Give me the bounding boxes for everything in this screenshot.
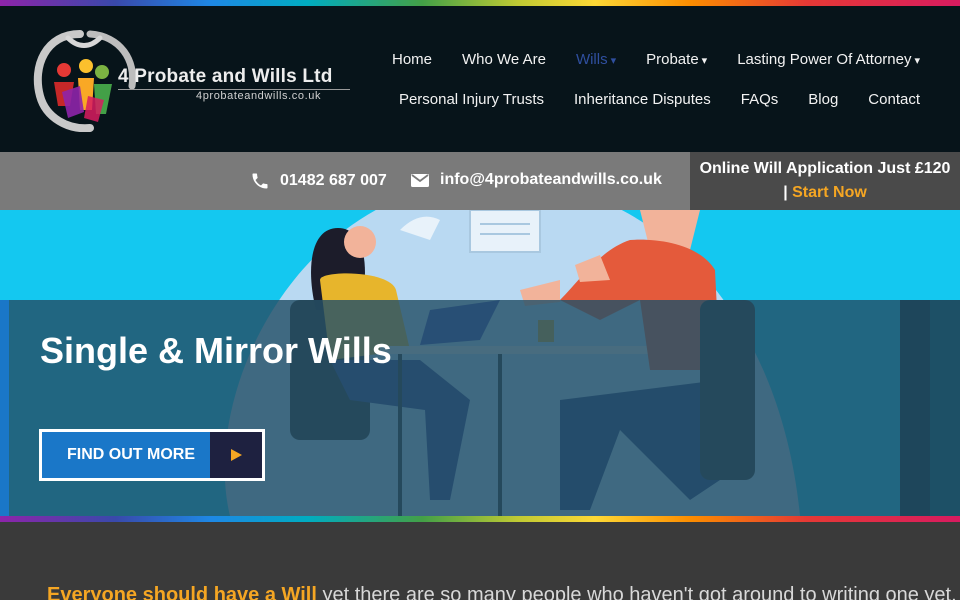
nav-item-inheritance-disputes[interactable]: Inheritance Disputes (574, 91, 711, 108)
phone-link[interactable]: 01482 687 007 (250, 171, 387, 191)
start-now-link[interactable]: Start Now (792, 184, 867, 201)
nav-item-wills[interactable]: Wills ▾ (576, 51, 616, 68)
nav-row-1: Home Who We Are Wills ▾ Probate ▾ Lasting … (360, 46, 920, 72)
nav-item-label: Wills (575, 50, 608, 68)
site-header: 4 Probate and Wills Ltd 4probateandwills… (0, 6, 960, 152)
promo-separator: | (783, 184, 788, 201)
hero-overlay-edge (900, 300, 960, 516)
intro-body: yet there are so many people who haven't… (316, 584, 957, 600)
nav-item-lasting-power-of-attorney[interactable]: Lasting Power Of Attorney ▾ (737, 51, 920, 68)
nav-item-label: Personal Injury Trusts (398, 90, 544, 108)
intro-section: Everyone should have a Will yet there ar… (0, 522, 960, 600)
chevron-down-icon: ▾ (701, 54, 708, 67)
nav-item-label: Probate (646, 50, 699, 68)
nav-item-contact[interactable]: Contact (868, 91, 920, 108)
nav-item-home[interactable]: Home (392, 51, 432, 68)
find-out-more-button[interactable]: FIND OUT MORE (39, 429, 265, 481)
nav-item-who-we-are[interactable]: Who We Are (462, 51, 546, 68)
nav-item-label: Lasting Power Of Attorney (737, 50, 912, 68)
nav-item-label: Home (392, 50, 433, 68)
nav-item-personal-injury-trusts[interactable]: Personal Injury Trusts (399, 91, 544, 108)
nav-item-label: FAQs (740, 90, 779, 108)
hero-title: Single & Mirror Wills (40, 330, 392, 371)
logo-name: 4 Probate and Wills Ltd (118, 66, 333, 87)
contact-bar: 01482 687 007 info@4probateandwills.co.u… (0, 152, 690, 210)
email-link[interactable]: info@4probateandwills.co.uk (410, 171, 662, 189)
nav-item-faqs[interactable]: FAQs (741, 91, 779, 108)
cta-label: FIND OUT MORE (42, 432, 210, 478)
nav-item-label: Who We Are (462, 50, 546, 68)
nav-item-label: Blog (808, 90, 839, 108)
logo-url: 4probateandwills.co.uk (196, 90, 322, 102)
nav-row-2: Personal Injury Trusts Inheritance Dispu… (360, 86, 920, 112)
nav-item-label: Contact (868, 90, 920, 108)
hero-accent-bar (0, 300, 9, 516)
envelope-icon (411, 174, 429, 187)
phone-number: 01482 687 007 (280, 172, 387, 189)
hero-banner: Single & Mirror Wills FIND OUT MORE (0, 210, 960, 516)
nav-item-label: Inheritance Disputes (574, 90, 711, 108)
promo-bar: Online Will Application Just £120 | Star… (690, 152, 960, 210)
nav-item-probate[interactable]: Probate ▾ (646, 51, 707, 68)
site-logo[interactable]: 4 Probate and Wills Ltd 4probateandwills… (28, 26, 358, 132)
intro-text: Everyone should have a Will yet there ar… (47, 584, 957, 600)
promo-text: Online Will Application Just £120 (699, 160, 951, 177)
chevron-down-icon: ▾ (610, 54, 617, 67)
intro-highlight: Everyone should have a Will (47, 584, 317, 600)
email-address: info@4probateandwills.co.uk (440, 171, 662, 188)
main-nav: Home Who We Are Wills ▾ Probate ▾ Lasting … (360, 46, 920, 112)
play-arrow-icon (210, 432, 262, 478)
phone-icon (252, 173, 268, 189)
chevron-down-icon: ▾ (914, 54, 920, 67)
nav-item-blog[interactable]: Blog (808, 91, 838, 108)
